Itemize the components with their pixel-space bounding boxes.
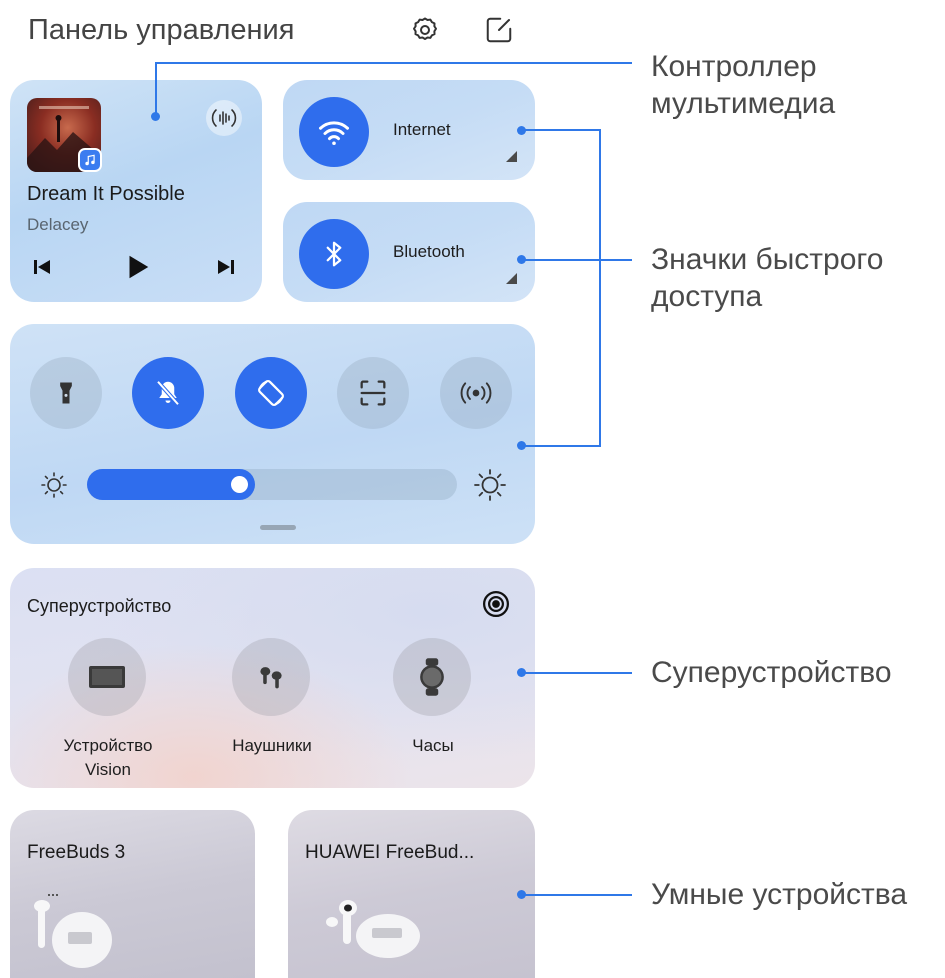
scan-button[interactable] bbox=[337, 357, 409, 429]
bluetooth-toggle[interactable] bbox=[299, 219, 369, 289]
earbuds-device-button[interactable] bbox=[232, 638, 310, 716]
brightness-low-icon bbox=[38, 469, 70, 501]
media-controller-card[interactable]: Dream It Possible Delacey bbox=[10, 80, 262, 302]
callout-smart-devices: Умные устройства bbox=[651, 878, 908, 911]
brightness-knob[interactable] bbox=[231, 476, 248, 493]
music-app-icon bbox=[78, 148, 102, 172]
bluetooth-icon bbox=[326, 241, 342, 267]
auto-rotate-button[interactable] bbox=[235, 357, 307, 429]
smart-device-name: HUAWEI FreeBud... bbox=[305, 842, 475, 863]
internet-label: Internet bbox=[393, 120, 451, 139]
hotspot-icon bbox=[460, 382, 492, 404]
bluetooth-card[interactable]: Bluetooth bbox=[283, 202, 535, 302]
bluetooth-label: Bluetooth bbox=[393, 242, 465, 261]
callout-media: Контроллер мультимедиа bbox=[651, 50, 836, 120]
brightness-fill bbox=[87, 469, 255, 500]
brightness-high-icon bbox=[472, 467, 508, 503]
edit-icon[interactable] bbox=[481, 12, 517, 48]
smart-device-card-freebuds3[interactable]: FreeBuds 3 bbox=[10, 810, 255, 978]
wifi-toggle[interactable] bbox=[299, 97, 369, 167]
hotspot-button[interactable] bbox=[440, 357, 512, 429]
expand-corner-icon[interactable] bbox=[506, 151, 517, 162]
callout-quick-access: Значки быстрого доступа bbox=[651, 243, 884, 313]
superdevice-title: Суперустройство bbox=[27, 596, 172, 616]
callout-line-quick bbox=[599, 129, 601, 447]
callout-line-quick bbox=[521, 129, 601, 131]
callout-line-quick bbox=[599, 259, 632, 261]
song-artist: Delacey bbox=[27, 215, 89, 234]
tv-icon bbox=[89, 666, 125, 688]
earbuds-case-icon bbox=[24, 880, 114, 978]
watch-icon bbox=[420, 658, 444, 696]
callout-superdevice: Суперустройство bbox=[651, 656, 892, 689]
play-icon[interactable] bbox=[122, 252, 152, 282]
mute-button[interactable] bbox=[132, 357, 204, 429]
superdevice-card: Суперустройство Устройство Vision Наушни… bbox=[10, 568, 535, 788]
scan-icon bbox=[360, 380, 386, 406]
gear-icon[interactable] bbox=[407, 12, 443, 48]
audio-output-icon[interactable] bbox=[206, 100, 242, 136]
mute-bell-icon bbox=[156, 380, 180, 406]
auto-rotate-icon bbox=[258, 380, 284, 406]
quick-toggles-card bbox=[10, 324, 535, 544]
internet-card[interactable]: Internet bbox=[283, 80, 535, 180]
callout-line-media bbox=[155, 62, 632, 64]
next-icon[interactable] bbox=[214, 255, 244, 279]
earbuds-case-icon bbox=[326, 878, 426, 978]
earbuds-icon bbox=[260, 667, 282, 689]
callout-line-media bbox=[155, 62, 157, 116]
smart-device-card-huawei-freebuds[interactable]: HUAWEI FreeBud... bbox=[288, 810, 535, 978]
song-title: Dream It Possible bbox=[27, 183, 185, 205]
expand-corner-icon[interactable] bbox=[506, 273, 517, 284]
watch-device-label: Часы bbox=[412, 736, 454, 755]
vision-device-button[interactable] bbox=[68, 638, 146, 716]
smart-device-name: FreeBuds 3 bbox=[27, 842, 126, 863]
earbuds-device-label: Наушники bbox=[232, 736, 312, 755]
flashlight-button[interactable] bbox=[30, 357, 102, 429]
callout-line-quick bbox=[521, 445, 601, 447]
callout-line-quick bbox=[521, 259, 601, 261]
radar-icon[interactable] bbox=[480, 588, 512, 620]
wifi-icon bbox=[319, 121, 349, 146]
previous-icon[interactable] bbox=[30, 255, 60, 279]
watch-device-button[interactable] bbox=[393, 638, 471, 716]
flashlight-icon bbox=[60, 382, 72, 404]
callout-line-superdevice bbox=[521, 672, 632, 674]
vision-device-label: Устройство Vision bbox=[63, 736, 153, 779]
drag-handle[interactable] bbox=[260, 525, 296, 530]
callout-line-smart bbox=[521, 894, 632, 896]
page-title: Панель управления bbox=[28, 14, 295, 46]
